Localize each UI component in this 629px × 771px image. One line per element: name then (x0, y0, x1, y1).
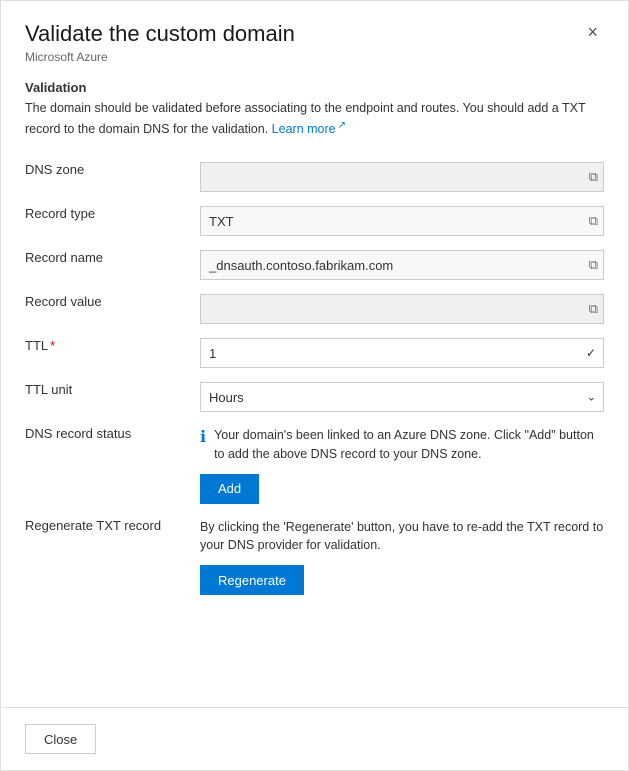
dialog-title: Validate the custom domain (25, 21, 295, 47)
header-title-group: Validate the custom domain Microsoft Azu… (25, 21, 295, 64)
ttl-unit-select-wrapper: Hours Minutes Seconds ⌄ (200, 382, 604, 412)
record-type-copy-icon[interactable]: ⧉ (589, 213, 598, 229)
ttl-input-cell: ✓ (200, 331, 604, 375)
ttl-unit-label: TTL unit (25, 375, 200, 419)
dns-status-info-box: ℹ Your domain's been linked to an Azure … (200, 426, 604, 464)
learn-more-link[interactable]: Learn more↗ (272, 122, 346, 136)
dialog-header: Validate the custom domain Microsoft Azu… (1, 1, 628, 64)
record-name-input-cell: ⧉ (200, 243, 604, 287)
record-type-input[interactable] (200, 206, 604, 236)
record-type-wrapper: ⧉ (200, 206, 604, 236)
regenerate-description: By clicking the 'Regenerate' button, you… (200, 518, 604, 556)
regenerate-button[interactable]: Regenerate (200, 565, 304, 595)
ttl-unit-select[interactable]: Hours Minutes Seconds (200, 382, 604, 412)
ttl-row: TTL* ✓ (25, 331, 604, 375)
record-type-input-cell: ⧉ (200, 199, 604, 243)
validate-domain-dialog: Validate the custom domain Microsoft Azu… (0, 0, 629, 771)
dns-record-status-content: ℹ Your domain's been linked to an Azure … (200, 419, 604, 511)
record-name-input[interactable] (200, 250, 604, 280)
record-name-wrapper: ⧉ (200, 250, 604, 280)
record-value-row: Record value ⧉ (25, 287, 604, 331)
dialog-subtitle: Microsoft Azure (25, 50, 295, 64)
record-type-row: Record type ⧉ (25, 199, 604, 243)
dns-zone-input[interactable] (200, 162, 604, 192)
regenerate-label: Regenerate TXT record (25, 511, 200, 603)
ttl-input[interactable] (200, 338, 604, 368)
ttl-input-wrapper: ✓ (200, 338, 604, 368)
dns-zone-wrapper: ⧉ (200, 162, 604, 192)
record-value-label: Record value (25, 287, 200, 331)
ttl-unit-row: TTL unit Hours Minutes Seconds ⌄ (25, 375, 604, 419)
ttl-check-icon: ✓ (586, 346, 596, 360)
ttl-label-cell: TTL* (25, 331, 200, 375)
dns-zone-copy-icon[interactable]: ⧉ (589, 169, 598, 185)
record-name-label: Record name (25, 243, 200, 287)
record-name-row: Record name ⧉ (25, 243, 604, 287)
dns-zone-row: DNS zone ⧉ (25, 155, 604, 199)
dialog-footer: Close (1, 707, 628, 770)
record-value-wrapper: ⧉ (200, 294, 604, 324)
form-table: DNS zone ⧉ Record type ⧉ (25, 155, 604, 602)
dns-zone-input-cell: ⧉ (200, 155, 604, 199)
record-type-label: Record type (25, 199, 200, 243)
dns-record-status-label: DNS record status (25, 419, 200, 511)
record-value-input[interactable] (200, 294, 604, 324)
external-link-icon: ↗ (338, 120, 346, 131)
record-value-input-cell: ⧉ (200, 287, 604, 331)
regenerate-content: By clicking the 'Regenerate' button, you… (200, 511, 604, 603)
dns-zone-label: DNS zone (25, 155, 200, 199)
record-value-copy-icon[interactable]: ⧉ (589, 301, 598, 317)
validation-section-title: Validation (25, 80, 604, 95)
info-icon: ℹ (200, 427, 206, 464)
regenerate-row: Regenerate TXT record By clicking the 'R… (25, 511, 604, 603)
validation-description: The domain should be validated before as… (25, 99, 604, 139)
ttl-unit-input-cell: Hours Minutes Seconds ⌄ (200, 375, 604, 419)
dialog-body: Validation The domain should be validate… (1, 64, 628, 707)
dns-status-info-text: Your domain's been linked to an Azure DN… (214, 426, 604, 464)
add-button[interactable]: Add (200, 474, 259, 504)
close-icon-button[interactable]: × (581, 21, 604, 43)
ttl-required-marker: * (50, 338, 55, 353)
footer-close-button[interactable]: Close (25, 724, 96, 754)
record-name-copy-icon[interactable]: ⧉ (589, 257, 598, 273)
dns-record-status-row: DNS record status ℹ Your domain's been l… (25, 419, 604, 511)
ttl-label: TTL (25, 338, 48, 353)
